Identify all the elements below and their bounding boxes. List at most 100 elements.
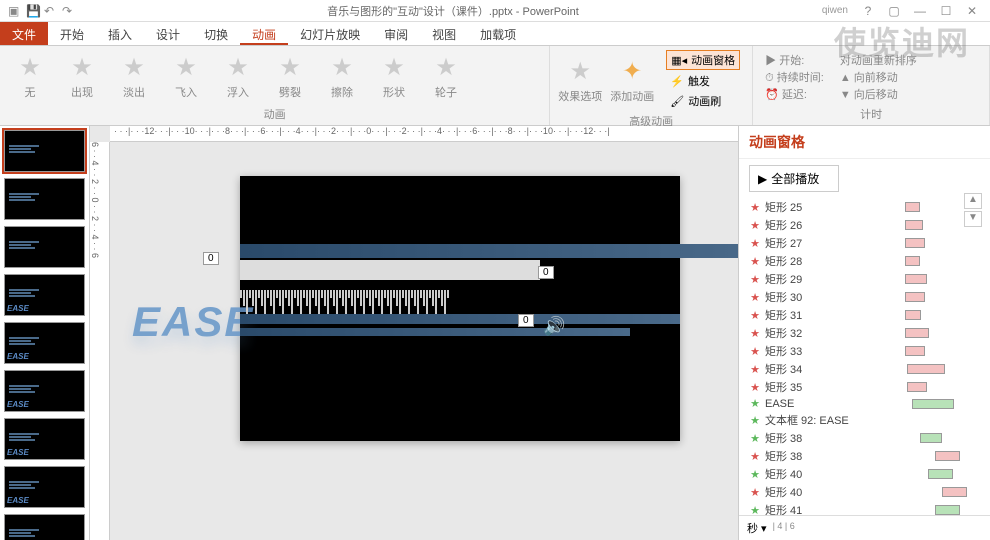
animation-item[interactable]: ★矩形 40: [747, 483, 982, 501]
tab-设计[interactable]: 设计: [144, 22, 192, 45]
animation-item[interactable]: ★矩形 34: [747, 360, 982, 378]
shape-comb-2[interactable]: [240, 290, 520, 312]
anim-timeline-bar[interactable]: [900, 399, 980, 409]
timing-delay[interactable]: ⏰ 延迟:: [765, 86, 824, 102]
animation-item[interactable]: ★矩形 30: [747, 288, 982, 306]
slide-thumbnail[interactable]: EASE: [4, 466, 85, 508]
animation-painter-button[interactable]: 🖌动画刷: [666, 92, 740, 110]
anim-擦除[interactable]: ★擦除: [318, 53, 366, 100]
anim-timeline-bar[interactable]: [900, 433, 980, 443]
animation-item[interactable]: ★矩形 26: [747, 216, 982, 234]
anim-timeline-bar[interactable]: [900, 382, 980, 392]
redo-icon[interactable]: ↷: [62, 4, 76, 18]
maximize-icon[interactable]: ☐: [934, 4, 958, 18]
move-earlier-button[interactable]: ▲ 向前移动: [840, 69, 917, 85]
tab-file[interactable]: 文件: [0, 22, 48, 45]
tab-动画[interactable]: 动画: [240, 22, 288, 45]
animation-item[interactable]: ★矩形 38: [747, 447, 982, 465]
trigger-button[interactable]: ⚡触发: [666, 72, 740, 90]
minimize-icon[interactable]: —: [908, 4, 932, 18]
tab-切换[interactable]: 切换: [192, 22, 240, 45]
anim-浮入[interactable]: ★浮入: [214, 53, 262, 100]
animation-item[interactable]: ★矩形 38: [747, 429, 982, 447]
audio-icon[interactable]: 🔊: [543, 316, 565, 337]
slide-thumbnail[interactable]: EASE: [4, 274, 85, 316]
anim-timeline-bar[interactable]: [900, 310, 980, 320]
play-all-button[interactable]: ▶全部播放: [749, 165, 839, 192]
anim-timeline-bar[interactable]: [900, 202, 980, 212]
anim-timeline-bar[interactable]: [900, 274, 980, 284]
tab-视图[interactable]: 视图: [420, 22, 468, 45]
help-icon[interactable]: ?: [856, 4, 880, 18]
add-animation-button[interactable]: ✦ 添加动画: [608, 57, 656, 104]
anim-timeline-bar[interactable]: [900, 292, 980, 302]
advanced-animation-stack: ▦◂动画窗格 ⚡触发 🖌动画刷: [660, 48, 746, 112]
animation-item[interactable]: ★矩形 40: [747, 465, 982, 483]
ease-text[interactable]: EASE: [132, 298, 254, 346]
animation-item[interactable]: ★文本框 92: EASE: [747, 411, 982, 429]
anim-形状[interactable]: ★形状: [370, 53, 418, 100]
shape-bar[interactable]: [240, 244, 738, 258]
slide-thumbnail[interactable]: EASE: [4, 418, 85, 460]
slide-thumbnail[interactable]: [4, 178, 85, 220]
animation-list[interactable]: ★矩形 25★矩形 26★矩形 27★矩形 28★矩形 29★矩形 30★矩形 …: [739, 198, 990, 515]
anim-飞入[interactable]: ★飞入: [162, 53, 210, 100]
tab-插入[interactable]: 插入: [96, 22, 144, 45]
animation-item[interactable]: ★矩形 31: [747, 306, 982, 324]
anim-timeline-bar[interactable]: [900, 505, 980, 515]
anim-timeline-bar[interactable]: [900, 364, 980, 374]
anim-淡出[interactable]: ★淡出: [110, 53, 158, 100]
ribbon-display-icon[interactable]: ▢: [882, 4, 906, 18]
undo-icon[interactable]: ↶: [44, 4, 58, 18]
anim-timeline-bar[interactable]: [900, 451, 980, 461]
tab-开始[interactable]: 开始: [48, 22, 96, 45]
save-icon[interactable]: 💾: [26, 4, 40, 18]
tab-幻灯片放映[interactable]: 幻灯片放映: [288, 22, 372, 45]
anim-timeline-bar[interactable]: [900, 487, 980, 497]
anim-轮子[interactable]: ★轮子: [422, 53, 470, 100]
move-later-button[interactable]: ▼ 向后移动: [840, 86, 917, 102]
tab-加载项[interactable]: 加载项: [468, 22, 528, 45]
anim-timeline-bar[interactable]: [900, 256, 980, 266]
close-icon[interactable]: ✕: [960, 4, 984, 18]
animation-item[interactable]: ★矩形 29: [747, 270, 982, 288]
animation-item[interactable]: ★矩形 28: [747, 252, 982, 270]
slide-thumbnails[interactable]: EASEEASEEASEEASEEASEEASEEASE: [0, 126, 90, 540]
anim-出现[interactable]: ★出现: [58, 53, 106, 100]
tab-审阅[interactable]: 审阅: [372, 22, 420, 45]
anim-timeline-bar[interactable]: [900, 469, 980, 479]
animation-item[interactable]: ★矩形 32: [747, 324, 982, 342]
anim-star-icon: ★: [749, 414, 761, 427]
slide-thumbnail[interactable]: [4, 130, 85, 172]
shape-bar-3[interactable]: [240, 328, 630, 336]
anim-timeline-bar[interactable]: [900, 328, 980, 338]
timing-duration[interactable]: ⏱ 持续时间:: [765, 69, 824, 85]
anim-timeline-bar[interactable]: [900, 346, 980, 356]
animation-item[interactable]: ★矩形 25: [747, 198, 982, 216]
slide-canvas[interactable]: · · ·|· · ·12· · ·|· · ·10· · ·|· · ·8· …: [90, 126, 738, 540]
anim-劈裂[interactable]: ★劈裂: [266, 53, 314, 100]
anim-name: 矩形 33: [765, 343, 896, 359]
anim-timeline-bar[interactable]: [900, 415, 980, 425]
slide-thumbnail[interactable]: [4, 226, 85, 268]
animation-pane-button[interactable]: ▦◂动画窗格: [666, 50, 740, 70]
slide-thumbnail[interactable]: EASE: [4, 370, 85, 412]
anim-timeline-bar[interactable]: [900, 238, 980, 248]
slide-thumbnail[interactable]: EASE: [4, 514, 85, 540]
slide-thumbnail[interactable]: EASE: [4, 322, 85, 364]
animation-item[interactable]: ★矩形 33: [747, 342, 982, 360]
animation-item[interactable]: ★矩形 27: [747, 234, 982, 252]
anim-无[interactable]: ★无: [6, 53, 54, 100]
seconds-dropdown[interactable]: 秒 ▾: [747, 520, 767, 536]
anim-star-icon: ★: [749, 327, 761, 340]
animation-item[interactable]: ★矩形 35: [747, 378, 982, 396]
animation-item[interactable]: ★EASE: [747, 396, 982, 411]
effect-options-button[interactable]: ★ 效果选项: [556, 57, 604, 104]
anim-timeline-bar[interactable]: [900, 220, 980, 230]
shape-comb-1[interactable]: [240, 260, 540, 280]
shape-bar-2[interactable]: [240, 314, 680, 324]
timing-start[interactable]: ▶ 开始:: [765, 52, 824, 68]
vertical-ruler: 6 · · 4 · · 2 · · 0 · · 2 · · 4 · · 6: [90, 142, 110, 540]
anim-name: 矩形 28: [765, 253, 896, 269]
animation-item[interactable]: ★矩形 41: [747, 501, 982, 515]
